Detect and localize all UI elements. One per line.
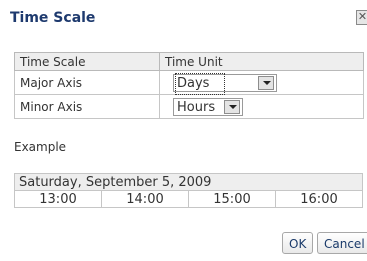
- major-axis-unit-value: Days: [174, 72, 226, 95]
- chevron-down-icon[interactable]: [224, 99, 240, 114]
- time-scale-dialog: Time Scale ✕ Time Scale Time Unit Major …: [6, 0, 367, 261]
- example-date-row: Saturday, September 5, 2009: [14, 173, 363, 191]
- major-axis-label: Major Axis: [14, 70, 160, 95]
- dialog-title: Time Scale: [10, 10, 96, 26]
- example-hour-cell: 16:00: [275, 190, 363, 208]
- minor-axis-unit-select[interactable]: Hours: [173, 97, 243, 116]
- example-hour-cell: 15:00: [188, 190, 276, 208]
- major-axis-unit-select[interactable]: Days: [173, 72, 277, 95]
- example-date: Saturday, September 5, 2009: [14, 173, 363, 191]
- table-row-major-axis: Major Axis Days: [14, 70, 364, 95]
- table-header-row: Time Scale Time Unit: [14, 52, 364, 71]
- example-hour-cell: 14:00: [101, 190, 189, 208]
- column-header-time-unit: Time Unit: [159, 52, 364, 71]
- example-hours-row: 13:00 14:00 15:00 16:00: [14, 190, 363, 208]
- close-icon[interactable]: ✕: [356, 10, 367, 25]
- time-scale-table: Time Scale Time Unit Major Axis Days Min…: [14, 52, 364, 119]
- example-hour-cell: 13:00: [14, 190, 102, 208]
- example-time-scale: Saturday, September 5, 2009 13:00 14:00 …: [14, 173, 363, 208]
- ok-button[interactable]: OK: [282, 232, 313, 254]
- column-header-time-scale: Time Scale: [14, 52, 160, 71]
- minor-axis-label: Minor Axis: [14, 94, 160, 119]
- chevron-down-icon[interactable]: [258, 75, 274, 90]
- table-row-minor-axis: Minor Axis Hours: [14, 94, 364, 119]
- example-label: Example: [14, 140, 67, 154]
- cancel-button[interactable]: Cancel: [317, 232, 367, 254]
- major-axis-unit-cell: Days: [159, 70, 364, 95]
- minor-axis-unit-value: Hours: [177, 99, 216, 115]
- minor-axis-unit-cell: Hours: [159, 94, 364, 119]
